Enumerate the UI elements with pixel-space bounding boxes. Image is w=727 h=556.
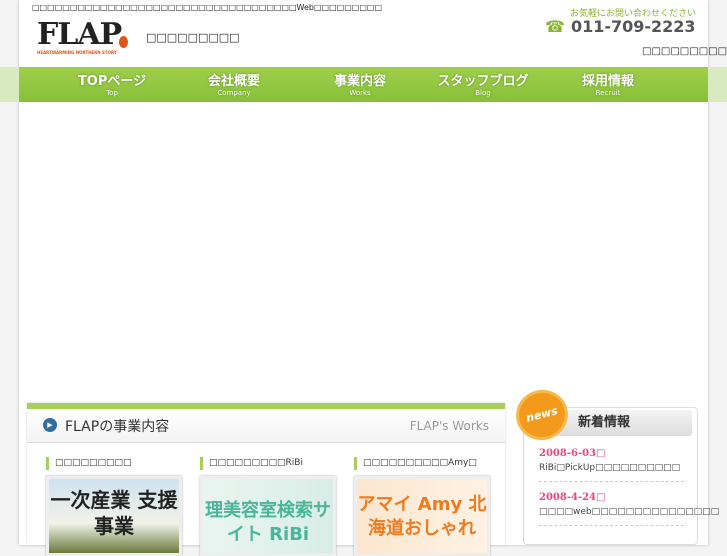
phone-text: 011-709-2223 [570,17,696,36]
site-name: □□□□□□□□□ [146,31,240,44]
phone-icon: ☎ [545,17,565,36]
nav-item-top[interactable]: TOPページ Top [67,70,157,97]
logo-mark-icon [119,36,128,48]
news-date: 2008-4-24□ [539,492,606,503]
news-item[interactable]: 2008-4-24□ □□□□web□□□□□□□□□□□□□□□ [539,492,719,526]
works-title-en: FLAP's Works [409,419,489,433]
header-sub-link[interactable]: □□□□□□□□□□□ [642,46,727,57]
works-header: ▶ FLAPの事業内容 FLAP's Works [27,409,505,443]
works-item-primary-industry[interactable]: □□□□□□□□□ 一次産業 支援事業 [46,457,186,556]
logo-text: FLAP [37,17,122,52]
works-item-image[interactable]: アマイ Amy 北海道おしゃれ [354,476,490,556]
works-item-image[interactable]: 一次産業 支援事業 [46,476,182,556]
nav-item-company[interactable]: 会社概要 Company [194,70,274,97]
nav-item-works[interactable]: 事業内容 Works [319,70,401,97]
news-date: 2008-6-03□ [539,448,606,459]
header-tagline: □□□□□□□□□□□□□□□□□□□□□□□□□□□□□□□□□□□Web□□… [32,3,383,12]
works-title: FLAPの事業内容 [65,419,170,435]
news-title: 新着情報 [544,410,692,436]
works-item-image[interactable]: 理美容室検索サイト RiBi [200,476,336,556]
news-item[interactable]: 2008-6-03□ RiBi□PickUp□□□□□□□□□□ [539,448,684,482]
works-item-caption: □□□□□□□□□□Amy□ [354,457,494,470]
play-icon: ▶ [43,418,57,432]
news-text[interactable]: RiBi□PickUp□□□□□□□□□□ [539,463,684,473]
works-item-ribi[interactable]: □□□□□□□□□RiBi 理美容室検索サイト RiBi [200,457,340,556]
nav-item-recruit[interactable]: 採用情報 Recruit [567,70,649,97]
news-text[interactable]: □□□□web□□□□□□□□□□□□□□□ [539,507,719,517]
main-nav: TOPページ Top 会社概要 Company 事業内容 Works スタッフブログ B… [19,67,708,102]
works-item-caption: □□□□□□□□□RiBi [200,457,340,470]
works-item-amy[interactable]: □□□□□□□□□□Amy□ アマイ Amy 北海道おしゃれ [354,457,494,556]
works-item-caption: □□□□□□□□□ [46,457,186,470]
works-section: ▶ FLAPの事業内容 FLAP's Works □□□□□□□□□ 一次産業 … [27,403,505,556]
phone-number: ☎ 011-709-2223 [545,17,696,36]
nav-item-blog[interactable]: スタッフブログ Blog [431,70,535,97]
flap-logo[interactable]: FLAP HEARTWARMING NORTHERN STORY [37,20,133,58]
